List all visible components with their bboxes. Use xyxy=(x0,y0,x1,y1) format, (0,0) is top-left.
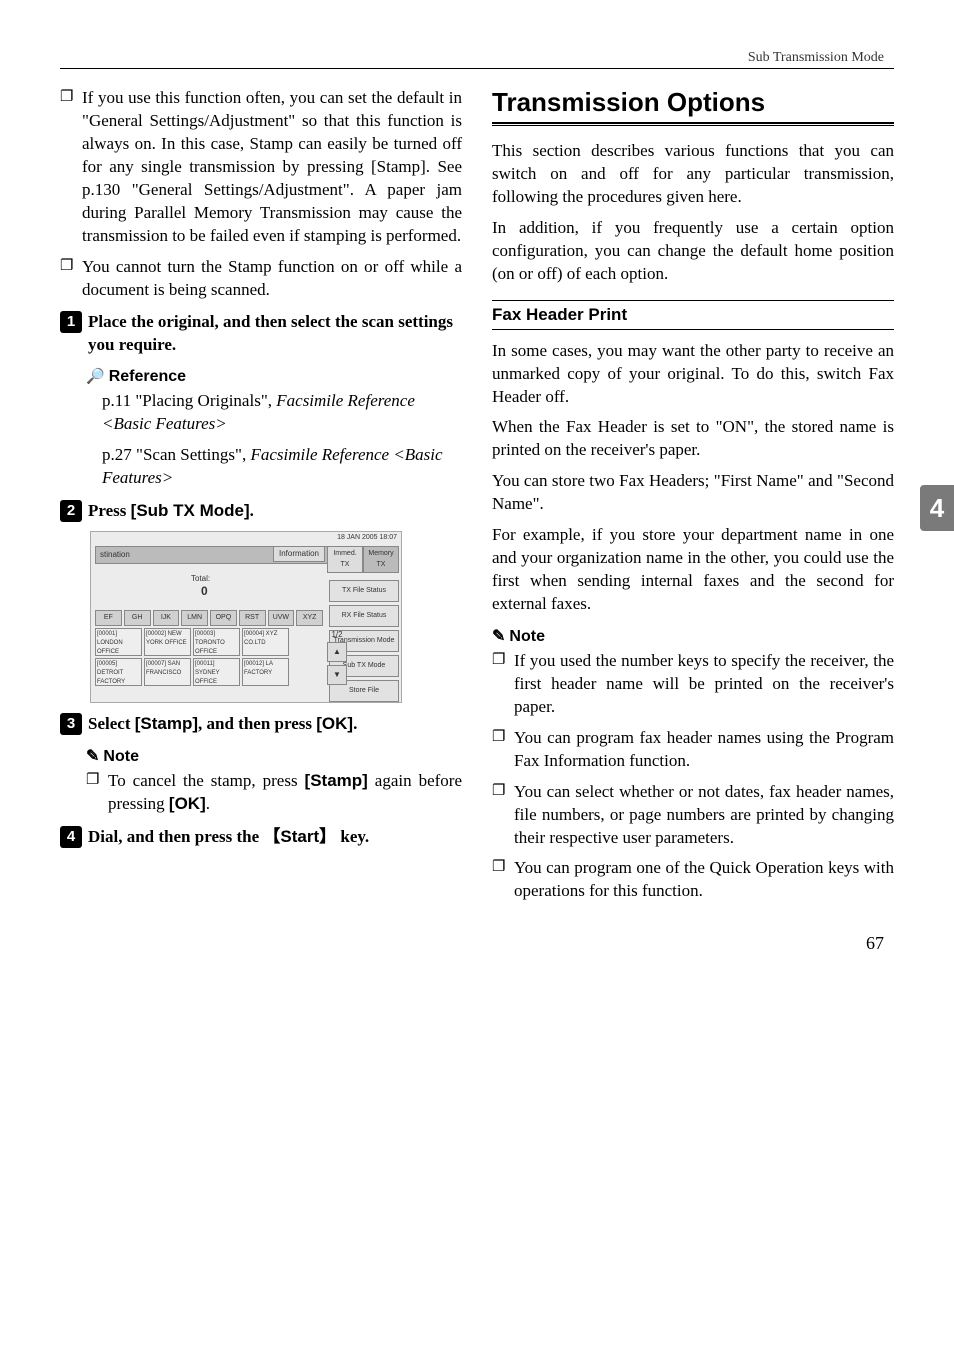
bullet-icon: ❐ xyxy=(492,857,514,903)
ss-immed-tx-button[interactable]: Immed. TX xyxy=(327,546,363,573)
ss-dest-cell[interactable]: [00002] NEW YORK OFFICE xyxy=(144,628,191,656)
step-number-2: 2 xyxy=(60,500,82,522)
paragraph: In addition, if you frequently use a cer… xyxy=(492,217,894,286)
ss-total-value: 0 xyxy=(201,584,208,598)
ss-down-arrow-button[interactable]: ▼ xyxy=(327,665,347,685)
step-2-text: Press [Sub TX Mode]. xyxy=(88,500,462,523)
ss-dest-cell[interactable]: [00011] SYDNEY OFFICE xyxy=(193,658,240,686)
reference-2: p.27 "Scan Settings", Facsimile Referenc… xyxy=(102,444,462,490)
ss-tx-file-status-button[interactable]: TX File Status xyxy=(329,580,399,602)
ss-up-arrow-button[interactable]: ▲ xyxy=(327,642,347,662)
reference-1: p.11 "Placing Originals", Facsimile Refe… xyxy=(102,390,462,436)
ss-tab-opq[interactable]: OPQ xyxy=(210,610,237,626)
step-4-text: Dial, and then press the 【Start】 key. xyxy=(88,826,462,849)
ss-pagination: 1/2 ▲ ▼ xyxy=(327,630,347,685)
header-rule xyxy=(60,68,894,69)
bullet-icon: ❐ xyxy=(492,727,514,773)
ss-memory-tx-button[interactable]: Memory TX xyxy=(363,546,399,573)
note-pencil-icon: ✎ xyxy=(492,628,505,645)
paragraph: In some cases, you may want the other pa… xyxy=(492,340,894,409)
reference-icon: 🔎 xyxy=(86,368,105,385)
note-bullet: You can program one of the Quick Operati… xyxy=(514,857,894,903)
note-bullet-text: To cancel the stamp, press [Stamp] again… xyxy=(108,770,462,816)
bullet-text: You cannot turn the Stamp function on or… xyxy=(82,256,462,302)
right-column: Transmission Options This section descri… xyxy=(492,87,894,911)
section-title: Transmission Options xyxy=(492,87,894,118)
step-number-3: 3 xyxy=(60,713,82,735)
ss-dest-cell[interactable]: [00003] TORONTO OFFICE xyxy=(193,628,240,656)
ss-alpha-tabs: EF GH IJK LMN OPQ RST UVW XYZ xyxy=(95,610,323,626)
note-heading: ✎Note xyxy=(492,626,894,646)
step-1-text: Place the original, and then select the … xyxy=(88,311,462,357)
ss-total-label: Total: xyxy=(191,574,210,583)
ss-dest-cell[interactable]: [00012] LA FACTORY xyxy=(242,658,289,686)
bullet-icon: ❐ xyxy=(492,781,514,850)
subsection-title: Fax Header Print xyxy=(492,300,894,330)
bullet-icon: ❐ xyxy=(60,256,82,302)
left-column: ❐ If you use this function often, you ca… xyxy=(60,87,462,911)
device-ui-screenshot: 18 JAN 2005 18:07 stination Information … xyxy=(90,531,402,703)
step-number-4: 4 xyxy=(60,826,82,848)
ss-tab-uvw[interactable]: UVW xyxy=(268,610,295,626)
step-number-1: 1 xyxy=(60,311,82,333)
section-title-rule xyxy=(492,122,894,126)
paragraph: This section describes various functions… xyxy=(492,140,894,209)
note-bullet: You can program fax header names using t… xyxy=(514,727,894,773)
chapter-side-tab: 4 xyxy=(920,485,954,531)
ss-information-button[interactable]: Information xyxy=(273,546,325,562)
ss-tab-xyz[interactable]: XYZ xyxy=(296,610,323,626)
ss-tab-rst[interactable]: RST xyxy=(239,610,266,626)
paragraph: When the Fax Header is set to "ON", the … xyxy=(492,416,894,462)
page-number: 67 xyxy=(60,933,894,954)
ss-timestamp: 18 JAN 2005 18:07 xyxy=(337,534,397,541)
note-heading: ✎Note xyxy=(86,746,462,766)
running-header: Sub Transmission Mode xyxy=(60,50,894,66)
ss-rx-file-status-button[interactable]: RX File Status xyxy=(329,605,399,627)
ss-dest-cell[interactable]: [00005] DETROIT FACTORY xyxy=(95,658,142,686)
reference-heading: 🔎Reference xyxy=(86,367,462,386)
bullet-text: If you use this function often, you can … xyxy=(82,87,462,248)
bullet-icon: ❐ xyxy=(60,87,82,248)
ss-destination-grid: [00001] LONDON OFFICE [00002] NEW YORK O… xyxy=(95,628,323,686)
step-3-text: Select [Stamp], and then press [OK]. xyxy=(88,713,462,736)
ss-tab-ef[interactable]: EF xyxy=(95,610,122,626)
paragraph: For example, if you store your departmen… xyxy=(492,524,894,616)
bullet-icon: ❐ xyxy=(86,770,108,816)
ss-dest-cell[interactable]: [00001] LONDON OFFICE xyxy=(95,628,142,656)
bullet-icon: ❐ xyxy=(492,650,514,719)
ss-tab-ijk[interactable]: IJK xyxy=(153,610,180,626)
ss-dest-cell[interactable]: [00007] SAN FRANCISCO xyxy=(144,658,191,686)
ss-tab-lmn[interactable]: LMN xyxy=(181,610,208,626)
paragraph: You can store two Fax Headers; "First Na… xyxy=(492,470,894,516)
note-bullet: If you used the number keys to specify t… xyxy=(514,650,894,719)
ss-tab-gh[interactable]: GH xyxy=(124,610,151,626)
note-bullet: You can select whether or not dates, fax… xyxy=(514,781,894,850)
note-pencil-icon: ✎ xyxy=(86,748,99,765)
ss-dest-cell[interactable]: [00004] XYZ CO.LTD xyxy=(242,628,289,656)
